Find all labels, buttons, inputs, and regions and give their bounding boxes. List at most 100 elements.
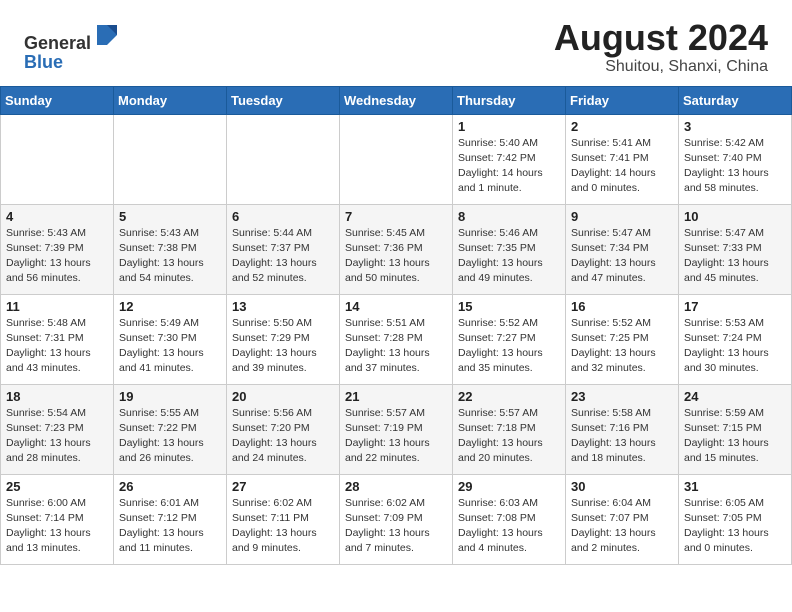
day-info: Sunrise: 5:50 AM Sunset: 7:29 PM Dayligh… [232,316,334,377]
day-number: 9 [571,209,673,224]
day-info: Sunrise: 5:53 AM Sunset: 7:24 PM Dayligh… [684,316,786,377]
day-info: Sunrise: 5:57 AM Sunset: 7:18 PM Dayligh… [458,406,560,467]
day-info: Sunrise: 5:49 AM Sunset: 7:30 PM Dayligh… [119,316,221,377]
day-info: Sunrise: 5:59 AM Sunset: 7:15 PM Dayligh… [684,406,786,467]
logo-text: General Blue [24,21,121,74]
calendar-cell: 17 Sunrise: 5:53 AM Sunset: 7:24 PM Dayli… [679,294,792,384]
calendar-cell: 22 Sunrise: 5:57 AM Sunset: 7:18 PM Dayli… [453,384,566,474]
calendar-cell: 2Sunrise: 5:41 AM Sunset: 7:41 PM Daylig… [566,114,679,204]
calendar-cell: 15 Sunrise: 5:52 AM Sunset: 7:27 PM Dayli… [453,294,566,384]
day-info: Sunrise: 5:45 AM Sunset: 7:36 PM Dayligh… [345,226,447,287]
day-number: 15 [458,299,560,314]
day-info: Sunrise: 5:52 AM Sunset: 7:27 PM Dayligh… [458,316,560,377]
day-info: Sunrise: 5:57 AM Sunset: 7:19 PM Dayligh… [345,406,447,467]
day-number: 22 [458,389,560,404]
day-info: Sunrise: 5:42 AM Sunset: 7:40 PM Dayligh… [684,136,786,197]
calendar-cell: 31 Sunrise: 6:05 AM Sunset: 7:05 PM Dayli… [679,474,792,564]
calendar: SundayMondayTuesdayWednesdayThursdayFrid… [0,86,792,565]
logo-general: General [24,33,91,53]
header: General Blue August 2024 Shuitou, Shanxi… [0,0,792,86]
day-number: 29 [458,479,560,494]
day-number: 25 [6,479,108,494]
calendar-cell [114,114,227,204]
calendar-cell: 28 Sunrise: 6:02 AM Sunset: 7:09 PM Dayli… [340,474,453,564]
calendar-cell: 23Sunrise: 5:58 AM Sunset: 7:16 PM Dayli… [566,384,679,474]
calendar-cell: 30Sunrise: 6:04 AM Sunset: 7:07 PM Dayli… [566,474,679,564]
day-number: 12 [119,299,221,314]
day-number: 30 [571,479,673,494]
day-header-wednesday: Wednesday [340,86,453,114]
day-header-monday: Monday [114,86,227,114]
day-number: 6 [232,209,334,224]
day-info: Sunrise: 5:47 AM Sunset: 7:34 PM Dayligh… [571,226,673,287]
day-header-saturday: Saturday [679,86,792,114]
day-number: 21 [345,389,447,404]
day-header-tuesday: Tuesday [227,86,340,114]
day-number: 7 [345,209,447,224]
day-number: 28 [345,479,447,494]
day-number: 10 [684,209,786,224]
day-number: 31 [684,479,786,494]
location: Shuitou, Shanxi, China [554,58,768,76]
day-number: 2 [571,119,673,134]
calendar-header-row: SundayMondayTuesdayWednesdayThursdayFrid… [1,86,792,114]
calendar-cell [227,114,340,204]
calendar-cell: 1 Sunrise: 5:40 AM Sunset: 7:42 PM Daylig… [453,114,566,204]
day-header-thursday: Thursday [453,86,566,114]
calendar-cell: 19 Sunrise: 5:55 AM Sunset: 7:22 PM Dayli… [114,384,227,474]
day-info: Sunrise: 6:00 AM Sunset: 7:14 PM Dayligh… [6,496,108,557]
day-number: 11 [6,299,108,314]
day-number: 1 [458,119,560,134]
day-info: Sunrise: 5:44 AM Sunset: 7:37 PM Dayligh… [232,226,334,287]
day-header-friday: Friday [566,86,679,114]
day-number: 26 [119,479,221,494]
calendar-cell: 26 Sunrise: 6:01 AM Sunset: 7:12 PM Dayli… [114,474,227,564]
calendar-week-row: 1 Sunrise: 5:40 AM Sunset: 7:42 PM Daylig… [1,114,792,204]
calendar-cell: 8 Sunrise: 5:46 AM Sunset: 7:35 PM Daylig… [453,204,566,294]
day-info: Sunrise: 5:40 AM Sunset: 7:42 PM Dayligh… [458,136,560,197]
day-info: Sunrise: 5:43 AM Sunset: 7:38 PM Dayligh… [119,226,221,287]
day-info: Sunrise: 6:01 AM Sunset: 7:12 PM Dayligh… [119,496,221,557]
day-number: 20 [232,389,334,404]
calendar-cell: 5 Sunrise: 5:43 AM Sunset: 7:38 PM Daylig… [114,204,227,294]
day-info: Sunrise: 5:48 AM Sunset: 7:31 PM Dayligh… [6,316,108,377]
day-number: 17 [684,299,786,314]
day-number: 19 [119,389,221,404]
day-header-sunday: Sunday [1,86,114,114]
calendar-cell: 24 Sunrise: 5:59 AM Sunset: 7:15 PM Dayli… [679,384,792,474]
day-number: 27 [232,479,334,494]
day-number: 16 [571,299,673,314]
calendar-cell: 27 Sunrise: 6:02 AM Sunset: 7:11 PM Dayli… [227,474,340,564]
calendar-cell: 4Sunrise: 5:43 AM Sunset: 7:39 PM Daylig… [1,204,114,294]
day-number: 5 [119,209,221,224]
calendar-cell [340,114,453,204]
day-number: 14 [345,299,447,314]
day-info: Sunrise: 5:52 AM Sunset: 7:25 PM Dayligh… [571,316,673,377]
day-number: 24 [684,389,786,404]
day-number: 18 [6,389,108,404]
calendar-cell: 11 Sunrise: 5:48 AM Sunset: 7:31 PM Dayli… [1,294,114,384]
day-info: Sunrise: 5:47 AM Sunset: 7:33 PM Dayligh… [684,226,786,287]
day-info: Sunrise: 5:54 AM Sunset: 7:23 PM Dayligh… [6,406,108,467]
day-info: Sunrise: 5:56 AM Sunset: 7:20 PM Dayligh… [232,406,334,467]
day-info: Sunrise: 6:05 AM Sunset: 7:05 PM Dayligh… [684,496,786,557]
day-info: Sunrise: 6:03 AM Sunset: 7:08 PM Dayligh… [458,496,560,557]
day-info: Sunrise: 5:58 AM Sunset: 7:16 PM Dayligh… [571,406,673,467]
day-number: 4 [6,209,108,224]
calendar-cell: 29 Sunrise: 6:03 AM Sunset: 7:08 PM Dayli… [453,474,566,564]
calendar-cell: 20 Sunrise: 5:56 AM Sunset: 7:20 PM Dayli… [227,384,340,474]
day-number: 13 [232,299,334,314]
calendar-cell: 12 Sunrise: 5:49 AM Sunset: 7:30 PM Dayli… [114,294,227,384]
day-info: Sunrise: 5:55 AM Sunset: 7:22 PM Dayligh… [119,406,221,467]
calendar-week-row: 4Sunrise: 5:43 AM Sunset: 7:39 PM Daylig… [1,204,792,294]
day-info: Sunrise: 6:02 AM Sunset: 7:09 PM Dayligh… [345,496,447,557]
day-number: 8 [458,209,560,224]
calendar-week-row: 18 Sunrise: 5:54 AM Sunset: 7:23 PM Dayli… [1,384,792,474]
calendar-cell: 21 Sunrise: 5:57 AM Sunset: 7:19 PM Dayli… [340,384,453,474]
calendar-cell: 16 Sunrise: 5:52 AM Sunset: 7:25 PM Dayli… [566,294,679,384]
calendar-cell: 7 Sunrise: 5:45 AM Sunset: 7:36 PM Daylig… [340,204,453,294]
day-info: Sunrise: 5:46 AM Sunset: 7:35 PM Dayligh… [458,226,560,287]
calendar-cell: 3Sunrise: 5:42 AM Sunset: 7:40 PM Daylig… [679,114,792,204]
calendar-cell [1,114,114,204]
day-info: Sunrise: 6:02 AM Sunset: 7:11 PM Dayligh… [232,496,334,557]
